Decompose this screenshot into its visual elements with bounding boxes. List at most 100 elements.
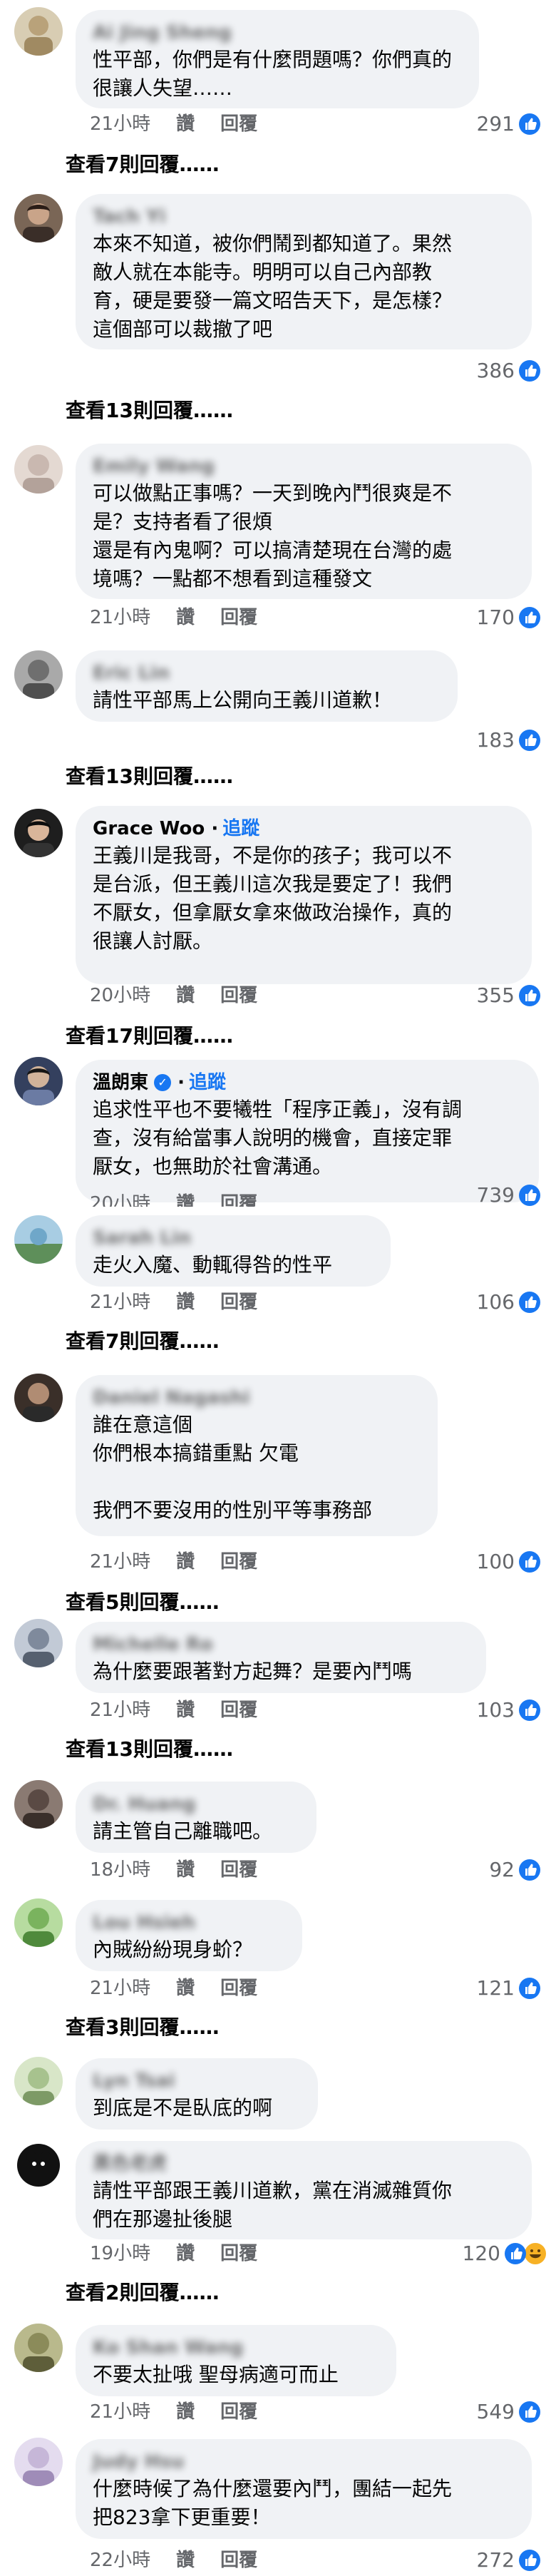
like-button[interactable]: 讚 (176, 1191, 195, 1207)
comment-time[interactable]: 21小時 (90, 1289, 150, 1315)
like-button[interactable]: 讚 (176, 2399, 195, 2425)
reply-button[interactable]: 回覆 (220, 1191, 257, 1207)
avatar[interactable] (14, 2324, 63, 2372)
like-button[interactable]: 讚 (176, 1549, 195, 1575)
comment-author[interactable]: Lou Hsieh (93, 1910, 285, 1936)
reaction-count[interactable]: 355 (477, 983, 540, 1008)
like-button[interactable]: 讚 (176, 1976, 195, 2001)
comment-time[interactable]: 22小時 (90, 2547, 150, 2573)
comment-time[interactable]: 19小時 (90, 2241, 150, 2266)
avatar[interactable] (14, 650, 63, 699)
reaction-count[interactable]: 386 (477, 358, 540, 384)
comment-time[interactable]: 18小時 (90, 1857, 150, 1883)
comment-time[interactable]: 21小時 (90, 1697, 150, 1723)
view-replies-link[interactable]: 查看13則回覆…… (66, 397, 233, 424)
view-replies-link[interactable]: 查看5則回覆…… (66, 1589, 219, 1616)
comment-author[interactable]: 溫朗東 ✓ · 追蹤 (93, 1070, 522, 1095)
follow-button[interactable]: 追蹤 (189, 1070, 226, 1095)
avatar[interactable] (14, 445, 63, 494)
reaction-count[interactable]: 272 (477, 2547, 540, 2573)
view-replies-link[interactable]: 查看17則回覆…… (66, 1023, 233, 1050)
avatar[interactable] (14, 194, 63, 242)
avatar[interactable] (14, 1057, 63, 1105)
reply-button[interactable]: 回覆 (220, 983, 257, 1008)
avatar[interactable] (14, 2141, 63, 2189)
like-button[interactable]: 讚 (176, 1289, 195, 1315)
comment-time[interactable]: 21小時 (90, 1549, 150, 1575)
comment-time[interactable]: 21小時 (90, 2399, 150, 2425)
comment-meta: 21小時 讚 回覆 (90, 1976, 283, 2001)
comment-time[interactable]: 21小時 (90, 1976, 150, 2001)
like-reaction-icon (519, 113, 540, 135)
comment-meta: 18小時 讚 回覆 (90, 1857, 283, 1883)
avatar[interactable] (14, 809, 63, 857)
reaction-count[interactable]: 739 (477, 1182, 540, 1208)
reply-button[interactable]: 回覆 (220, 605, 257, 630)
comment-author[interactable]: Dr. Huang (93, 1792, 299, 1817)
reaction-count[interactable]: 106 (477, 1289, 540, 1315)
reaction-count[interactable]: 100 (477, 1549, 540, 1575)
comment-author[interactable]: 黑色老虎 (93, 2151, 515, 2177)
author-name[interactable]: 溫朗東 (93, 1070, 148, 1095)
comment-author[interactable]: Michelle Ro (93, 1632, 469, 1657)
like-button[interactable]: 讚 (176, 2241, 195, 2266)
comment-time[interactable]: 21小時 (90, 111, 150, 137)
avatar[interactable] (14, 1898, 63, 1947)
author-name[interactable]: Grace Woo (93, 816, 205, 842)
reply-button[interactable]: 回覆 (220, 1289, 257, 1315)
like-button[interactable]: 讚 (176, 111, 195, 137)
comment-time[interactable]: 20小時 (90, 1191, 150, 1207)
view-replies-link[interactable]: 查看3則回覆…… (66, 2014, 219, 2041)
comment-author[interactable]: Emily Wang (93, 454, 515, 479)
view-replies-link[interactable]: 查看7則回覆…… (66, 1328, 219, 1355)
reaction-count[interactable]: 120 (463, 2241, 547, 2266)
reply-button[interactable]: 回覆 (220, 1976, 257, 2001)
like-button[interactable]: 讚 (176, 983, 195, 1008)
like-button[interactable]: 讚 (176, 2547, 195, 2573)
comment-meta: 21小時 讚 回覆 (90, 2399, 283, 2425)
view-replies-link[interactable]: 查看13則回覆…… (66, 1736, 233, 1763)
reply-button[interactable]: 回覆 (220, 111, 257, 137)
avatar[interactable] (14, 1780, 63, 1829)
like-button[interactable]: 讚 (176, 605, 195, 630)
reply-button[interactable]: 回覆 (220, 2241, 257, 2266)
reply-button[interactable]: 回覆 (220, 2547, 257, 2573)
like-button[interactable]: 讚 (176, 1857, 195, 1883)
avatar[interactable] (14, 7, 63, 56)
reply-button[interactable]: 回覆 (220, 1549, 257, 1575)
avatar[interactable] (14, 1619, 63, 1667)
reaction-count[interactable]: 170 (477, 605, 540, 630)
like-reaction-icon (519, 2550, 540, 2571)
reaction-count[interactable]: 291 (477, 111, 540, 137)
comment-author[interactable]: Eric Lin (93, 660, 441, 686)
comment-author[interactable]: Judy Hsu (93, 2449, 515, 2475)
reaction-count[interactable]: 103 (477, 1697, 540, 1723)
reply-button[interactable]: 回覆 (220, 2399, 257, 2425)
like-reaction-icon (519, 1978, 540, 1999)
comment-author[interactable]: Ko Shan Wang (93, 2335, 379, 2361)
reaction-number: 355 (476, 983, 515, 1007)
avatar[interactable] (14, 2438, 63, 2486)
comment-time[interactable]: 20小時 (90, 983, 150, 1008)
reaction-count[interactable]: 183 (477, 727, 540, 753)
comment-author[interactable]: Tach Yi (93, 204, 515, 230)
like-button[interactable]: 讚 (176, 1697, 195, 1723)
comment-author[interactable]: Daniel Nagashi (93, 1385, 421, 1411)
view-replies-link[interactable]: 查看13則回覆…… (66, 763, 233, 790)
reaction-count[interactable]: 121 (477, 1976, 540, 2001)
comment-author[interactable]: Ai Jing Sheng (93, 20, 462, 46)
reply-button[interactable]: 回覆 (220, 1857, 257, 1883)
view-replies-link[interactable]: 查看2則回覆…… (66, 2279, 219, 2306)
view-replies-link[interactable]: 查看7則回覆…… (66, 151, 219, 178)
reaction-count[interactable]: 92 (489, 1857, 540, 1883)
avatar[interactable] (14, 1374, 63, 1422)
comment-author[interactable]: Sarah Lin (93, 1225, 374, 1251)
comment-author[interactable]: Grace Woo · 追蹤 (93, 816, 515, 842)
reply-button[interactable]: 回覆 (220, 1697, 257, 1723)
avatar[interactable] (14, 2057, 63, 2105)
avatar[interactable] (14, 1215, 63, 1264)
follow-button[interactable]: 追蹤 (222, 816, 259, 842)
reaction-count[interactable]: 549 (477, 2399, 540, 2425)
comment-author[interactable]: Lyn Tsai (93, 2068, 301, 2094)
comment-time[interactable]: 21小時 (90, 605, 150, 630)
